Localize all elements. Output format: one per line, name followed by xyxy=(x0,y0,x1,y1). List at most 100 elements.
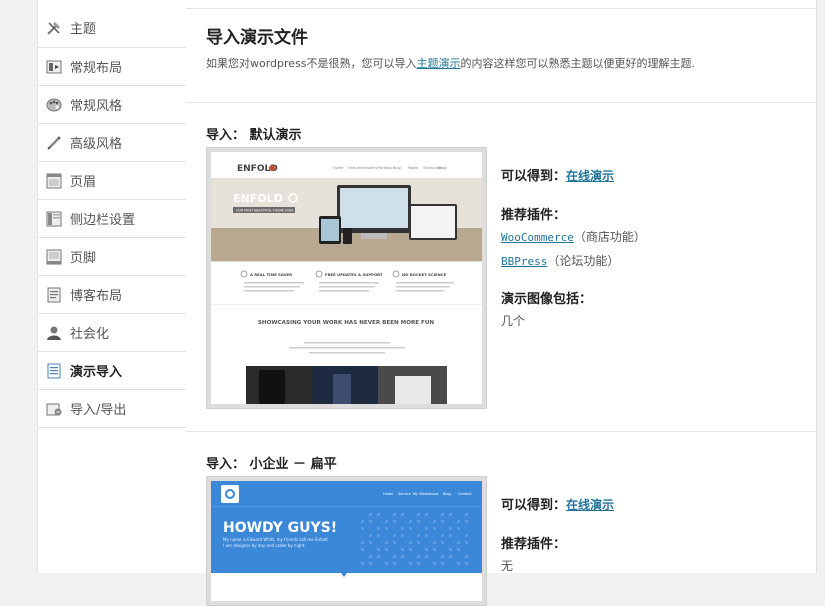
pattern-dot xyxy=(417,513,420,516)
sidebar-icon xyxy=(46,211,62,227)
pattern-dot xyxy=(465,541,468,544)
sidebar-item-label: 页眉 xyxy=(70,175,97,190)
pattern-dot xyxy=(361,541,364,544)
thumb-banner: SHOWCASING YOUR WORK HAS NEVER BEEN MORE… xyxy=(258,320,435,326)
pattern-dot xyxy=(393,534,396,537)
pattern-dot xyxy=(465,534,468,537)
pattern-dot xyxy=(385,527,388,530)
pattern-dot xyxy=(409,527,412,530)
pattern-dot xyxy=(369,513,372,516)
thumb-headline: HOWDY GUYS! xyxy=(223,520,337,536)
tools-icon xyxy=(46,20,62,36)
pattern-dot xyxy=(393,541,396,544)
get-label: 可以得到： xyxy=(501,169,567,184)
pattern-dot xyxy=(425,513,428,516)
page-title: 导入演示文件 xyxy=(206,28,308,48)
sidebar-item-label: 高级风格 xyxy=(70,137,123,152)
theme-demo-link[interactable]: 主题演示 xyxy=(417,57,461,70)
live-demo-link[interactable]: 在线演示 xyxy=(566,169,614,183)
pattern-dot xyxy=(449,548,452,551)
sidebar-item-brush[interactable]: 高级风格 xyxy=(38,124,186,162)
pattern-dot xyxy=(369,541,372,544)
pattern-dot xyxy=(449,527,452,530)
sidebar-item-blog[interactable]: 博客布局 xyxy=(38,276,186,314)
thumb-feature-3: NO ROCKET SCIENCE xyxy=(402,272,447,277)
sidebar-item-palette[interactable]: 常规风格 xyxy=(38,86,186,124)
pattern-dot xyxy=(401,527,404,530)
pattern-dot xyxy=(385,520,388,523)
options-sidebar: 主题常规布局常规风格高级风格页眉侧边栏设置页脚博客布局社会化演示导入导入/导出 xyxy=(37,0,187,573)
import-export-icon xyxy=(46,401,62,417)
pattern-dot xyxy=(361,520,364,523)
sidebar-item-label: 主题 xyxy=(70,22,97,37)
pattern-dot xyxy=(393,513,396,516)
pattern-dot xyxy=(377,513,380,516)
pattern-dot xyxy=(425,548,428,551)
user-icon xyxy=(46,325,62,341)
pattern-dot xyxy=(385,548,388,551)
pattern-dot xyxy=(369,555,372,558)
pattern-dot xyxy=(457,527,460,530)
sidebar-item-sidebar[interactable]: 侧边栏设置 xyxy=(38,200,186,238)
thumb-nav-item: Blog xyxy=(443,492,451,496)
sidebar-item-label: 常规布局 xyxy=(70,61,123,76)
thumb-nav-item: Portfolio xyxy=(378,166,392,170)
thumb-nav-item: Blog xyxy=(393,166,401,170)
sidebar-item-label: 常规风格 xyxy=(70,99,123,114)
sidebar-item-layout[interactable]: 常规布局 xyxy=(38,48,186,86)
pattern-dot xyxy=(433,527,436,530)
sidebar-item-document[interactable]: 演示导入 xyxy=(38,352,186,390)
pattern-dot xyxy=(449,534,452,537)
pattern-dot xyxy=(401,513,404,516)
pattern-dot xyxy=(457,520,460,523)
thumb-nav-item: About xyxy=(428,492,439,496)
demo-thumbnail[interactable]: Home Service My Work About Blog Contact HOWDY… xyxy=(206,476,487,606)
pattern-dot xyxy=(401,555,404,558)
sidebar-item-import-export[interactable]: 导入/导出 xyxy=(38,390,186,428)
plugins-value: 无 xyxy=(501,559,514,573)
thumb-line-1: My name is Edward Whitt, my friends call… xyxy=(223,537,329,542)
pattern-dot xyxy=(369,520,372,523)
pattern-dot xyxy=(417,541,420,544)
footer-icon xyxy=(46,249,62,265)
sidebar-item-footer[interactable]: 页脚 xyxy=(38,238,186,276)
pattern-dot xyxy=(417,555,420,558)
pattern-dot xyxy=(361,527,364,530)
pattern-dot xyxy=(409,520,412,523)
pattern-dot xyxy=(449,513,452,516)
enfold-preview-image: ENFOLD Home Features Headers Portfolio Blog P… xyxy=(211,152,482,404)
woocommerce-link[interactable]: WooCommerce xyxy=(501,231,574,244)
sidebar-item-user[interactable]: 社会化 xyxy=(38,314,186,352)
demo-default: 导入： 默认演示 ENFOLD Home Features Headers Portf… xyxy=(186,103,816,432)
pattern-dot xyxy=(433,548,436,551)
pattern-dot xyxy=(425,555,428,558)
thumb-feature-1: A REAL TIME SAVER xyxy=(250,272,292,277)
thumb-hero-logo: ENFOLD xyxy=(233,192,283,205)
demo-thumbnail[interactable]: ENFOLD Home Features Headers Portfolio Blog P… xyxy=(206,147,487,409)
plugin-note: （商店功能） xyxy=(573,230,646,244)
thumb-nav-item: Service xyxy=(398,492,411,496)
pattern-dot xyxy=(465,562,468,565)
sidebar-item-tools[interactable]: 主题 xyxy=(38,0,186,48)
bbpress-link[interactable]: BBPress xyxy=(501,255,547,268)
pattern-dot xyxy=(401,534,404,537)
pattern-dot xyxy=(417,520,420,523)
pattern-dot xyxy=(441,534,444,537)
sidebar-item-label: 侧边栏设置 xyxy=(70,213,136,228)
pattern-dot xyxy=(457,541,460,544)
demo-title: 导入： 默认演示 xyxy=(206,128,302,143)
pattern-dot xyxy=(401,548,404,551)
pattern-dot xyxy=(393,520,396,523)
pattern-dot xyxy=(441,520,444,523)
sidebar-item-label: 页脚 xyxy=(70,251,97,266)
live-demo-link[interactable]: 在线演示 xyxy=(566,498,614,512)
flat-preview-image: Home Service My Work About Blog Contact HOWDY… xyxy=(211,481,482,601)
pattern-dot xyxy=(377,555,380,558)
pattern-dot xyxy=(377,548,380,551)
sidebar-item-label: 社会化 xyxy=(70,327,110,342)
pattern-dot xyxy=(465,513,468,516)
sidebar-item-header[interactable]: 页眉 xyxy=(38,162,186,200)
blog-icon xyxy=(46,287,62,303)
images-value: 几个 xyxy=(501,314,526,328)
sidebar-item-label: 导入/导出 xyxy=(70,403,127,418)
